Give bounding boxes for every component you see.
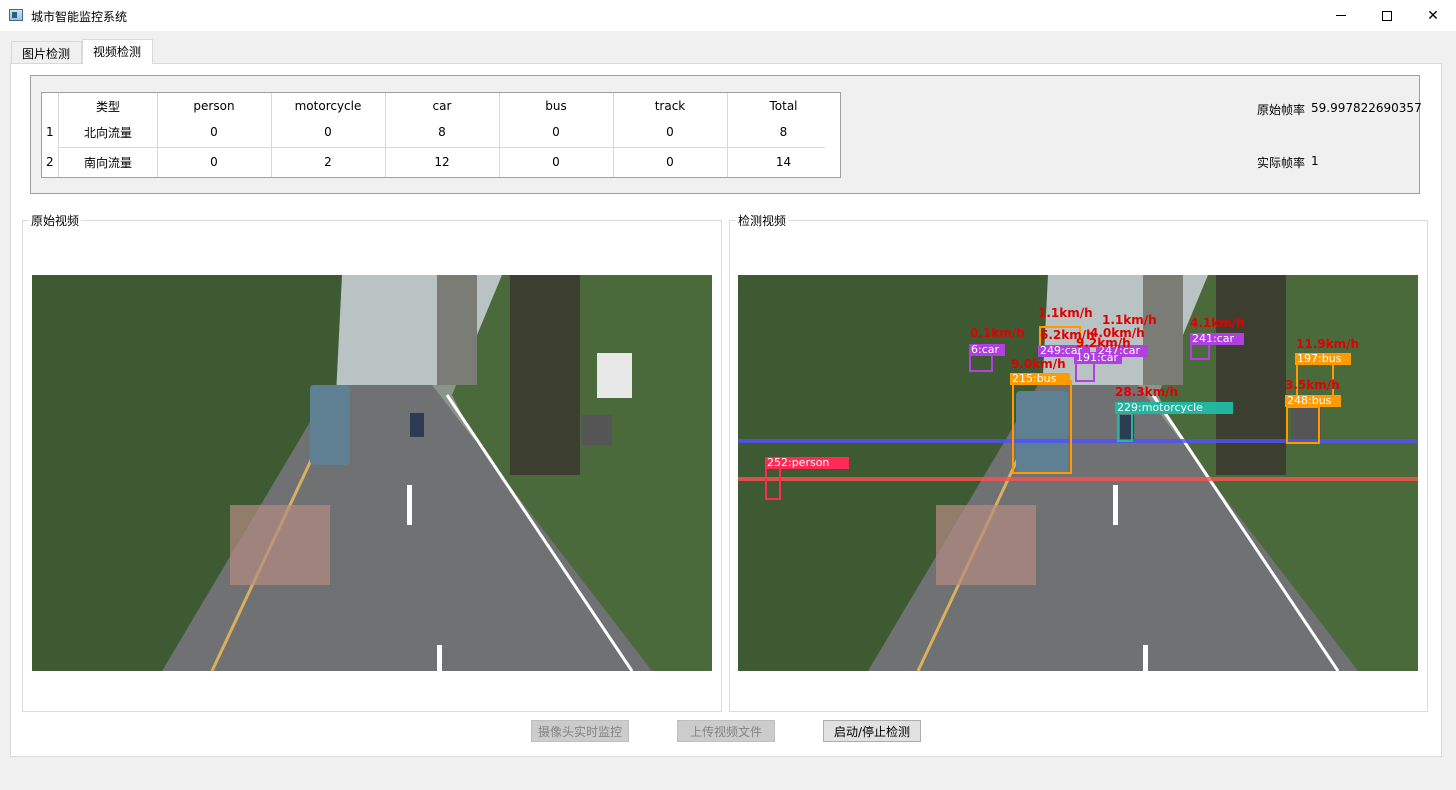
table-cell[interactable]: 0 bbox=[499, 117, 613, 147]
row-number: 1 bbox=[46, 125, 54, 139]
upload-video-button[interactable]: 上传视频文件 bbox=[677, 720, 775, 742]
row-number: 2 bbox=[46, 155, 54, 169]
flow-table: 1 2 类型 person motorcycle car bus track T… bbox=[41, 92, 841, 178]
table-cell[interactable]: 0 bbox=[271, 117, 385, 147]
detected-video-title: 检测视频 bbox=[736, 212, 789, 229]
table-cell[interactable]: 8 bbox=[727, 117, 840, 147]
camera-monitor-button[interactable]: 摄像头实时监控 bbox=[531, 720, 629, 742]
table-cell[interactable]: 北向流量 bbox=[59, 117, 157, 147]
table-cell[interactable]: 0 bbox=[613, 117, 727, 147]
column-header: bus bbox=[545, 99, 567, 113]
close-button[interactable]: ✕ bbox=[1410, 0, 1456, 31]
minimize-icon bbox=[1336, 15, 1346, 16]
table-cell[interactable]: 12 bbox=[385, 147, 499, 177]
table-cell[interactable]: 0 bbox=[157, 147, 271, 177]
detected-video-frame bbox=[738, 275, 1418, 671]
actual-fps-value: 1 bbox=[1311, 154, 1319, 168]
table-cell[interactable]: 14 bbox=[727, 147, 840, 177]
original-video-frame bbox=[32, 275, 712, 671]
close-icon: ✕ bbox=[1427, 7, 1439, 24]
column-header: 类型 bbox=[95, 99, 120, 114]
actual-fps-label: 实际帧率 bbox=[1257, 156, 1306, 170]
minimize-button[interactable] bbox=[1318, 0, 1364, 31]
window-title: 城市智能监控系统 bbox=[31, 10, 128, 24]
table-cell[interactable]: 2 bbox=[271, 147, 385, 177]
column-header: motorcycle bbox=[294, 99, 362, 113]
original-fps-value: 59.997822690357 bbox=[1311, 101, 1422, 115]
app-icon bbox=[9, 9, 23, 21]
table-cell[interactable]: 0 bbox=[157, 117, 271, 147]
maximize-icon bbox=[1382, 10, 1392, 21]
table-cell[interactable]: 8 bbox=[385, 117, 499, 147]
row-header-column: 1 2 bbox=[42, 93, 59, 177]
table-cell[interactable]: 南向流量 bbox=[59, 147, 157, 177]
start-stop-detection-button[interactable]: 启动/停止检测 bbox=[823, 720, 921, 742]
maximize-button[interactable] bbox=[1364, 0, 1410, 31]
column-header: track bbox=[654, 99, 686, 113]
original-fps-label: 原始帧率 bbox=[1257, 103, 1306, 117]
column-header: car bbox=[432, 99, 452, 113]
column-header: Total bbox=[769, 99, 798, 113]
tab-video-detection[interactable]: 视频检测 bbox=[82, 39, 153, 64]
original-video-title: 原始视频 bbox=[29, 212, 82, 229]
column-header: person bbox=[193, 99, 235, 113]
tab-image-detection[interactable]: 图片检测 bbox=[11, 41, 82, 63]
table-cell[interactable]: 0 bbox=[613, 147, 727, 177]
title-bar: 城市智能监控系统 ✕ bbox=[0, 0, 1456, 31]
table-cell[interactable]: 0 bbox=[499, 147, 613, 177]
